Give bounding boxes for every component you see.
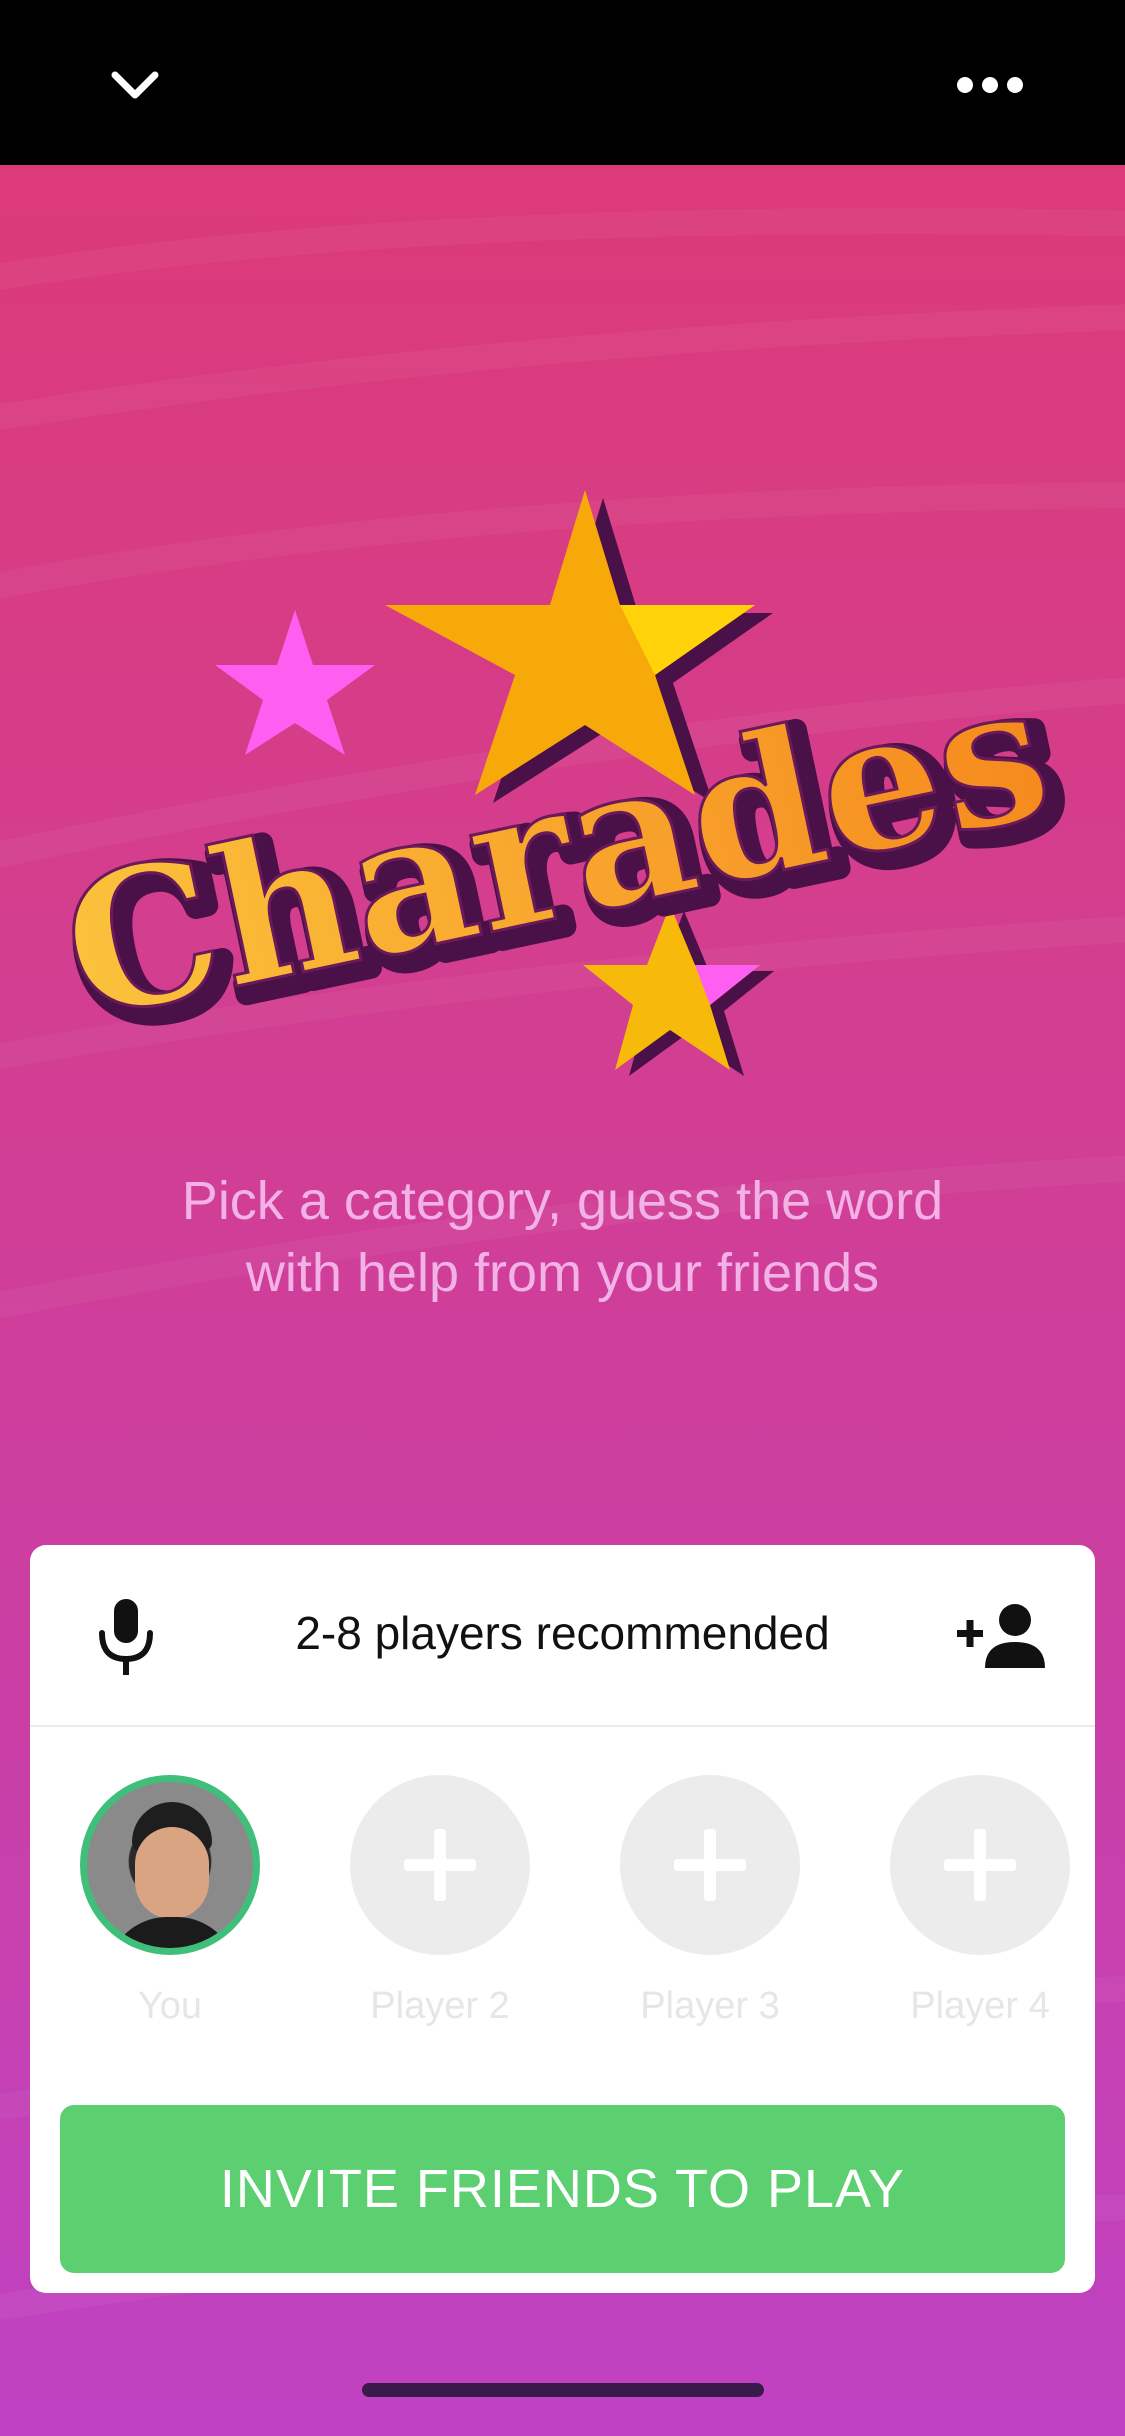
player-label: You — [137, 1985, 203, 2027]
game-lobby: Charades Charades Pick a category, guess… — [0, 165, 1125, 2436]
invite-friends-button[interactable]: INVITE FRIENDS TO PLAY — [60, 2105, 1065, 2273]
player-slot-3[interactable]: Player 3 — [610, 1775, 810, 2028]
add-person-icon[interactable] — [955, 1602, 1051, 1672]
avatar — [80, 1775, 260, 1955]
player-slot-4[interactable]: Player 4 — [880, 1775, 1080, 2028]
chevron-down-icon[interactable] — [105, 55, 165, 115]
add-player-icon[interactable] — [350, 1775, 530, 1955]
microphone-icon[interactable] — [92, 1597, 160, 1677]
top-bar — [0, 0, 1125, 165]
player-label: Player 3 — [640, 1985, 780, 2027]
add-player-icon[interactable] — [890, 1775, 1070, 1955]
player-label: Player 2 — [370, 1985, 510, 2027]
player-label: Player 4 — [910, 1985, 1050, 2027]
more-dots-icon[interactable] — [955, 65, 1025, 105]
game-tagline: Pick a category, guess the word with hel… — [181, 1171, 944, 1303]
player-slot-2[interactable]: Player 2 — [340, 1775, 540, 2028]
charades-logo: Charades Charades — [55, 490, 1075, 1082]
add-player-icon[interactable] — [620, 1775, 800, 1955]
player-slot-you: You — [70, 1775, 270, 2028]
home-indicator[interactable] — [362, 2383, 764, 2397]
player-lobby-card: 2-8 players recommended You Player 2 Pla… — [30, 1545, 1095, 2293]
players-recommended-label: 2-8 players recommended — [295, 1607, 830, 1659]
card-header: 2-8 players recommended — [30, 1545, 1095, 1727]
player-slots: You Player 2 Player 3 Player 4 — [30, 1775, 1095, 2045]
